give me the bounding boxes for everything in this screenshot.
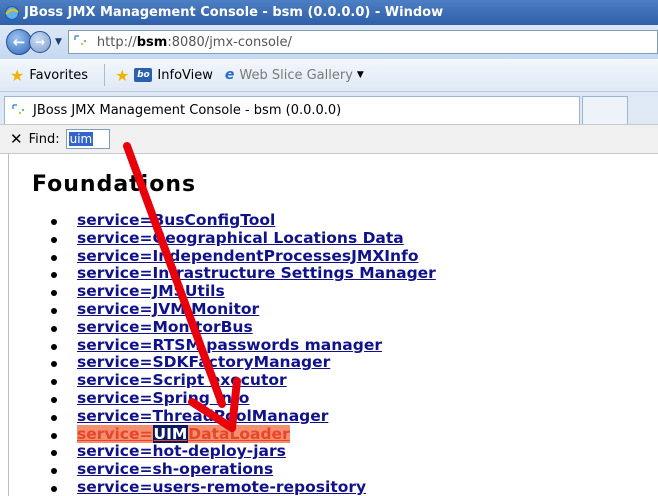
service-link[interactable]: service=JVM Monitor bbox=[77, 300, 259, 318]
service-link[interactable]: service=RTSM passwords manager bbox=[77, 336, 382, 354]
forward-button[interactable]: → bbox=[29, 31, 51, 53]
service-link-prefix: service= bbox=[77, 424, 153, 443]
service-link[interactable]: service=Spring Info bbox=[77, 389, 249, 407]
service-link[interactable]: service=sh-operations bbox=[77, 460, 273, 478]
page-heading: Foundations bbox=[32, 172, 197, 197]
forward-arrow-icon: → bbox=[34, 35, 46, 49]
address-input[interactable]: http://bsm:8080/jmx-console/ bbox=[67, 30, 658, 54]
favorite-item-infoview[interactable]: bo InfoView bbox=[134, 67, 213, 83]
list-item: service=Infrastructure Settings Manager bbox=[51, 264, 436, 283]
find-input-value: uim bbox=[68, 132, 94, 146]
service-link[interactable]: service=SDKFactoryManager bbox=[77, 353, 330, 371]
url-path: :8080/jmx-console/ bbox=[167, 34, 292, 50]
favorite-item-label: InfoView bbox=[157, 67, 213, 83]
list-item: service=MonitorBus bbox=[51, 318, 436, 337]
find-match-highlight: UIM bbox=[152, 424, 189, 443]
infoview-icon: bo bbox=[134, 68, 153, 82]
tab-label: JBoss JMX Management Console - bsm (0.0.… bbox=[33, 103, 342, 118]
url-host: bsm bbox=[136, 34, 168, 50]
list-item: service=ThreadPoolManager bbox=[51, 407, 436, 426]
list-item: service=sh-operations bbox=[51, 460, 436, 479]
favorites-button[interactable]: ★ Favorites bbox=[10, 66, 88, 85]
service-link[interactable]: service=Infrastructure Settings Manager bbox=[77, 264, 436, 282]
window-title-bar: JBoss JMX Management Console - bsm (0.0.… bbox=[0, 0, 658, 25]
new-tab-button[interactable] bbox=[582, 96, 628, 124]
list-item: service=JMSUtils bbox=[51, 282, 436, 301]
list-item-highlighted: service=UIMDataLoader bbox=[51, 424, 436, 444]
list-item: service=hot-deploy-jars bbox=[51, 442, 436, 461]
tab-strip: JBoss JMX Management Console - bsm (0.0.… bbox=[0, 92, 658, 124]
list-item: service=Geographical Locations Data bbox=[51, 229, 436, 248]
star-icon: ★ bbox=[10, 65, 25, 85]
navigation-bar: ← → ▼ http://bsm:8080/jmx-console/ bbox=[0, 25, 658, 59]
service-link[interactable]: service=ThreadPoolManager bbox=[77, 407, 328, 425]
page-loading-icon bbox=[12, 103, 24, 114]
list-item: service=JVM Monitor bbox=[51, 300, 436, 319]
service-link[interactable]: service=MonitorBus bbox=[77, 318, 253, 336]
service-list: service=BusConfigTool service=Geographic… bbox=[51, 211, 436, 496]
favorite-item-label: Web Slice Gallery bbox=[239, 67, 353, 83]
find-bar: ✕ Find: uim bbox=[0, 124, 658, 154]
ie-logo-icon bbox=[4, 5, 20, 20]
service-link-uim-dataloader[interactable]: service=UIMDataLoader bbox=[77, 424, 290, 443]
ie-icon: e bbox=[224, 67, 235, 83]
add-favorite-icon[interactable]: ★ bbox=[115, 66, 129, 85]
find-input[interactable]: uim bbox=[65, 129, 110, 149]
page-loading-icon bbox=[74, 35, 86, 45]
service-link[interactable]: service=JMSUtils bbox=[77, 282, 225, 300]
tab-jmx-console[interactable]: JBoss JMX Management Console - bsm (0.0.… bbox=[4, 96, 580, 124]
list-item: service=Script executor bbox=[51, 371, 436, 390]
list-item: service=users-remote-repository bbox=[51, 478, 436, 496]
page-content: Foundations service=BusConfigTool servic… bbox=[8, 154, 658, 496]
favorites-separator bbox=[104, 64, 106, 86]
service-link[interactable]: service=users-remote-repository bbox=[77, 478, 366, 496]
list-item: service=SDKFactoryManager bbox=[51, 353, 436, 372]
dropdown-arrow-icon: ▼ bbox=[356, 70, 364, 80]
favorites-bar: ★ Favorites ★ bo InfoView e Web Slice Ga… bbox=[0, 59, 658, 92]
favorites-label: Favorites bbox=[29, 67, 89, 83]
service-link[interactable]: service=Script executor bbox=[77, 371, 287, 389]
close-find-icon[interactable]: ✕ bbox=[10, 130, 23, 148]
window-title: JBoss JMX Management Console - bsm (0.0.… bbox=[24, 5, 444, 20]
list-item: service=BusConfigTool bbox=[51, 211, 436, 230]
list-item: service=RTSM passwords manager bbox=[51, 336, 436, 355]
service-link[interactable]: service=BusConfigTool bbox=[77, 211, 275, 229]
history-dropdown-icon[interactable]: ▼ bbox=[55, 37, 62, 47]
favorite-item-web-slice-gallery[interactable]: e Web Slice Gallery ▼ bbox=[225, 67, 364, 83]
service-link[interactable]: service=Geographical Locations Data bbox=[77, 229, 404, 247]
service-link[interactable]: service=hot-deploy-jars bbox=[77, 442, 286, 460]
back-arrow-icon: ← bbox=[12, 33, 26, 51]
service-link-suffix: DataLoader bbox=[188, 424, 290, 443]
url-prefix: http:// bbox=[96, 34, 137, 50]
service-link[interactable]: service=IndependentProcessesJMXInfo bbox=[77, 247, 418, 265]
list-item: service=Spring Info bbox=[51, 389, 436, 408]
find-label: Find: bbox=[28, 131, 60, 147]
list-item: service=IndependentProcessesJMXInfo bbox=[51, 247, 436, 266]
